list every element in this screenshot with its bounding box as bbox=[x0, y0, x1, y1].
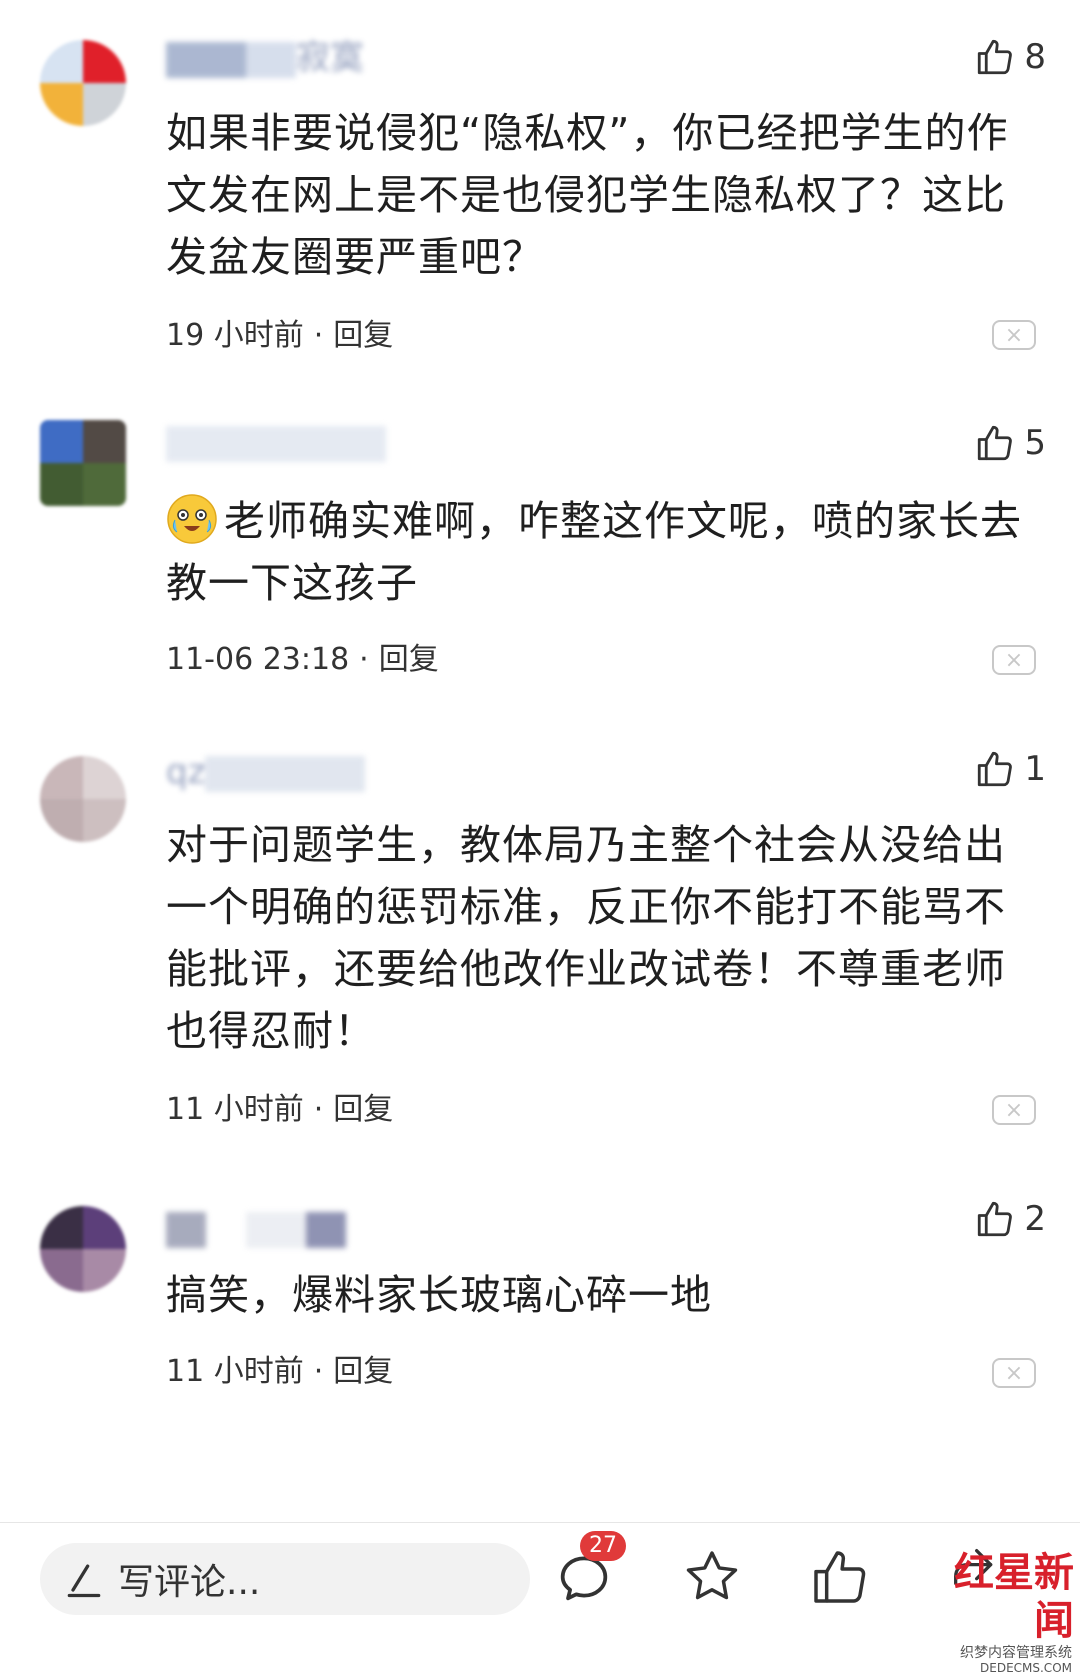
comment-meta: 11 小时前 · 回复 bbox=[166, 1090, 393, 1130]
like-count: 8 bbox=[1024, 37, 1046, 77]
username-text: qz bbox=[166, 752, 206, 792]
comment-text: 对于问题学生，教体局乃主整个社会从没给出一个明确的惩罚标准，反正你不能打不能骂不… bbox=[166, 821, 1006, 1055]
like-button[interactable]: 2 bbox=[974, 1194, 1046, 1244]
like-count: 2 bbox=[1024, 1199, 1046, 1239]
like-count: 5 bbox=[1024, 423, 1046, 463]
username[interactable]: 寂寞 bbox=[166, 36, 406, 80]
comments-button[interactable]: 27 bbox=[552, 1531, 626, 1609]
like-button[interactable]: 5 bbox=[974, 418, 1046, 468]
username-text: 寂寞 bbox=[296, 38, 364, 78]
thumbs-up-icon bbox=[978, 39, 1013, 75]
timestamp: 11-06 23:18 bbox=[166, 642, 350, 677]
thumbs-up-icon bbox=[978, 425, 1013, 461]
dismiss-button[interactable]: × bbox=[992, 320, 1036, 350]
separator-dot: · bbox=[313, 1354, 324, 1389]
thumbs-up-icon bbox=[814, 1551, 866, 1603]
avatar[interactable] bbox=[40, 420, 126, 506]
favorite-button[interactable] bbox=[680, 1545, 744, 1609]
comment-input[interactable]: 写评论... bbox=[40, 1543, 530, 1615]
pen-icon bbox=[67, 1564, 101, 1598]
comment-text: 老师确实难啊，咋整这作文呢，喷的家长去教一下这孩子 bbox=[166, 497, 1022, 607]
comment-count-badge: 27 bbox=[580, 1531, 626, 1561]
dismiss-button[interactable]: × bbox=[992, 645, 1036, 675]
like-button[interactable]: 1 bbox=[974, 744, 1046, 794]
comment-meta: 19 小时前 · 回复 bbox=[166, 316, 393, 356]
timestamp: 19 小时前 bbox=[166, 318, 304, 353]
username[interactable] bbox=[166, 420, 406, 464]
reply-link[interactable]: 回复 bbox=[333, 1354, 393, 1389]
watermark-logo: 红星新闻 bbox=[954, 1549, 1074, 1644]
separator-dot: · bbox=[359, 642, 369, 677]
dismiss-button[interactable]: × bbox=[992, 1095, 1036, 1125]
watermark: 红星新闻 织梦内容管理系统 DEDECMS.COM bbox=[940, 1545, 1080, 1675]
watermark-subtitle: 织梦内容管理系统 bbox=[960, 1645, 1072, 1661]
comment-text: 如果非要说侵犯“隐私权”，你已经把学生的作文发在网上是不是也侵犯学生隐私权了？这… bbox=[166, 109, 1009, 281]
like-count: 1 bbox=[1024, 749, 1046, 789]
comment-meta: 11 小时前 · 回复 bbox=[166, 1352, 393, 1392]
bottom-action-bar: 写评论... 27 红星新闻 织梦内容管理系统 DEDECMS.COM bbox=[0, 1522, 1080, 1675]
reply-link[interactable]: 回复 bbox=[333, 1092, 393, 1127]
separator-dot: · bbox=[313, 318, 324, 353]
separator-dot: · bbox=[313, 1092, 324, 1127]
like-article-button[interactable] bbox=[808, 1545, 872, 1609]
timestamp: 11 小时前 bbox=[166, 1354, 304, 1389]
avatar[interactable] bbox=[40, 1206, 126, 1292]
username[interactable]: qz bbox=[166, 750, 406, 794]
avatar[interactable] bbox=[40, 40, 126, 126]
reply-link[interactable]: 回复 bbox=[333, 318, 393, 353]
thumbs-up-icon bbox=[978, 751, 1013, 787]
crying-laughing-emoji-icon bbox=[167, 494, 217, 544]
timestamp: 11 小时前 bbox=[166, 1092, 304, 1127]
avatar[interactable] bbox=[40, 756, 126, 842]
comment-meta: 11-06 23:18 · 回复 bbox=[166, 640, 439, 680]
dismiss-button[interactable]: × bbox=[992, 1358, 1036, 1388]
comment-input-placeholder: 写评论... bbox=[118, 1562, 261, 1603]
comment-text: 搞笑，爆料家长玻璃心碎一地 bbox=[166, 1271, 712, 1319]
thumbs-up-icon bbox=[978, 1201, 1013, 1237]
comment-body: 老师确实难啊，咋整这作文呢，喷的家长去教一下这孩子 bbox=[166, 490, 1046, 614]
username[interactable] bbox=[166, 1206, 406, 1250]
reply-link[interactable]: 回复 bbox=[379, 642, 439, 677]
like-button[interactable]: 8 bbox=[974, 32, 1046, 82]
star-icon bbox=[686, 1551, 738, 1600]
watermark-url: DEDECMS.COM bbox=[980, 1661, 1072, 1675]
